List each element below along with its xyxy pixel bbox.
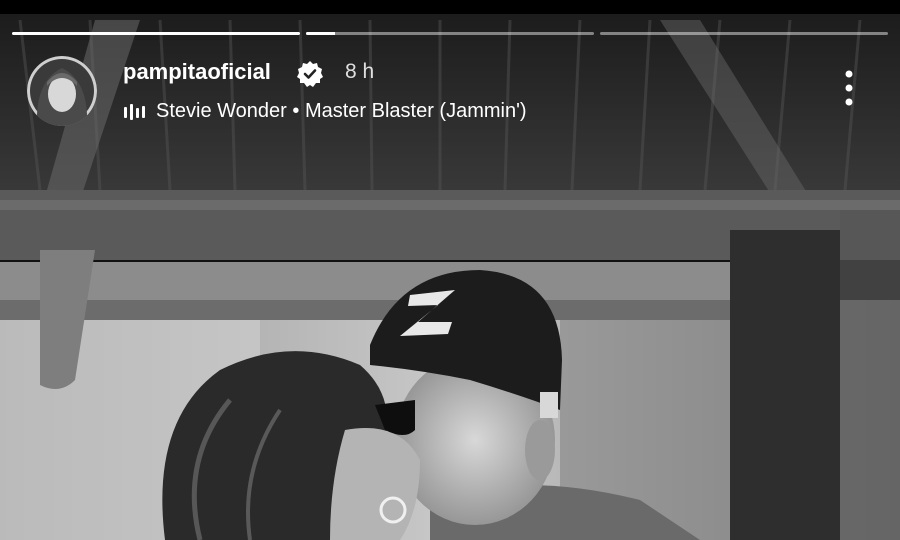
story-progress [12,32,888,35]
music-artist: Stevie Wonder [156,100,287,122]
music-separator: • [286,100,305,122]
music-song: Master Blaster (Jammin') [304,100,527,122]
progress-fill [12,32,300,35]
more-options-icon[interactable] [838,68,860,108]
progress-segment [12,32,300,35]
progress-segment [306,32,594,35]
progress-fill [306,32,335,35]
top-black-bar [0,0,900,14]
story-view[interactable]: pampitaoficial 8 h Stevie Wonder • Maste… [0,0,900,540]
verified-badge-icon [297,61,323,87]
post-time: 8 h [345,60,375,83]
username[interactable]: pampitaoficial [123,59,271,85]
music-bars-icon [124,104,145,120]
avatar[interactable] [27,56,97,126]
music-info[interactable]: Stevie Wonder • Master Blaster (Jammin') [156,100,527,123]
progress-segment [600,32,888,35]
